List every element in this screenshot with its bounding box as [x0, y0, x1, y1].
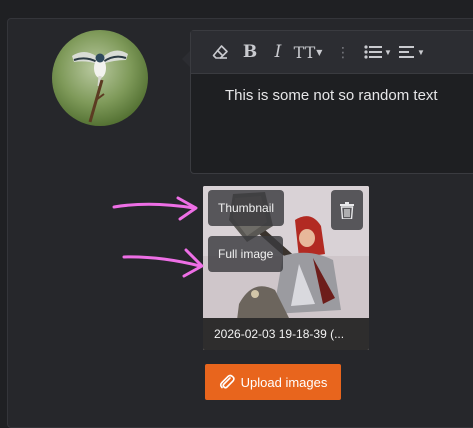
caret-down-icon: ▼ — [384, 47, 392, 57]
text-style-label: TT — [293, 42, 316, 62]
avatar — [52, 30, 148, 126]
list-icon — [364, 45, 383, 59]
align-left-icon — [399, 46, 415, 58]
text-style-dropdown[interactable]: TT ▼ — [291, 31, 325, 73]
trash-icon — [340, 201, 354, 219]
bold-button[interactable]: B — [235, 31, 265, 73]
italic-button[interactable]: I — [265, 31, 291, 73]
list-dropdown[interactable]: ▼ — [361, 31, 395, 73]
thumbnail-button[interactable]: Thumbnail — [208, 190, 285, 226]
caret-down-icon: ▼ — [316, 47, 323, 57]
eraser-icon[interactable] — [205, 31, 235, 73]
delete-image-button[interactable] — [331, 190, 363, 230]
more-options-icon[interactable]: ⋮ — [325, 31, 361, 73]
upload-images-label: Upload images — [240, 374, 328, 390]
caret-down-icon: ▼ — [417, 47, 425, 57]
image-attachment-card: Thumbnail Full image 2026-02-03 19-18-39… — [203, 186, 369, 350]
rich-text-editor[interactable]: B I TT ▼ ⋮ ▼ ▼ This is some not so rando… — [190, 30, 473, 174]
full-image-button[interactable]: Full image — [208, 236, 284, 272]
paperclip-icon — [219, 374, 235, 389]
editor-toolbar: B I TT ▼ ⋮ ▼ ▼ — [191, 31, 473, 74]
upload-images-button[interactable]: Upload images — [205, 364, 341, 400]
image-filename: 2026-02-03 19-18-39 (... — [203, 318, 369, 350]
align-dropdown[interactable]: ▼ — [395, 31, 429, 73]
editor-content[interactable]: This is some not so random text — [225, 87, 438, 104]
